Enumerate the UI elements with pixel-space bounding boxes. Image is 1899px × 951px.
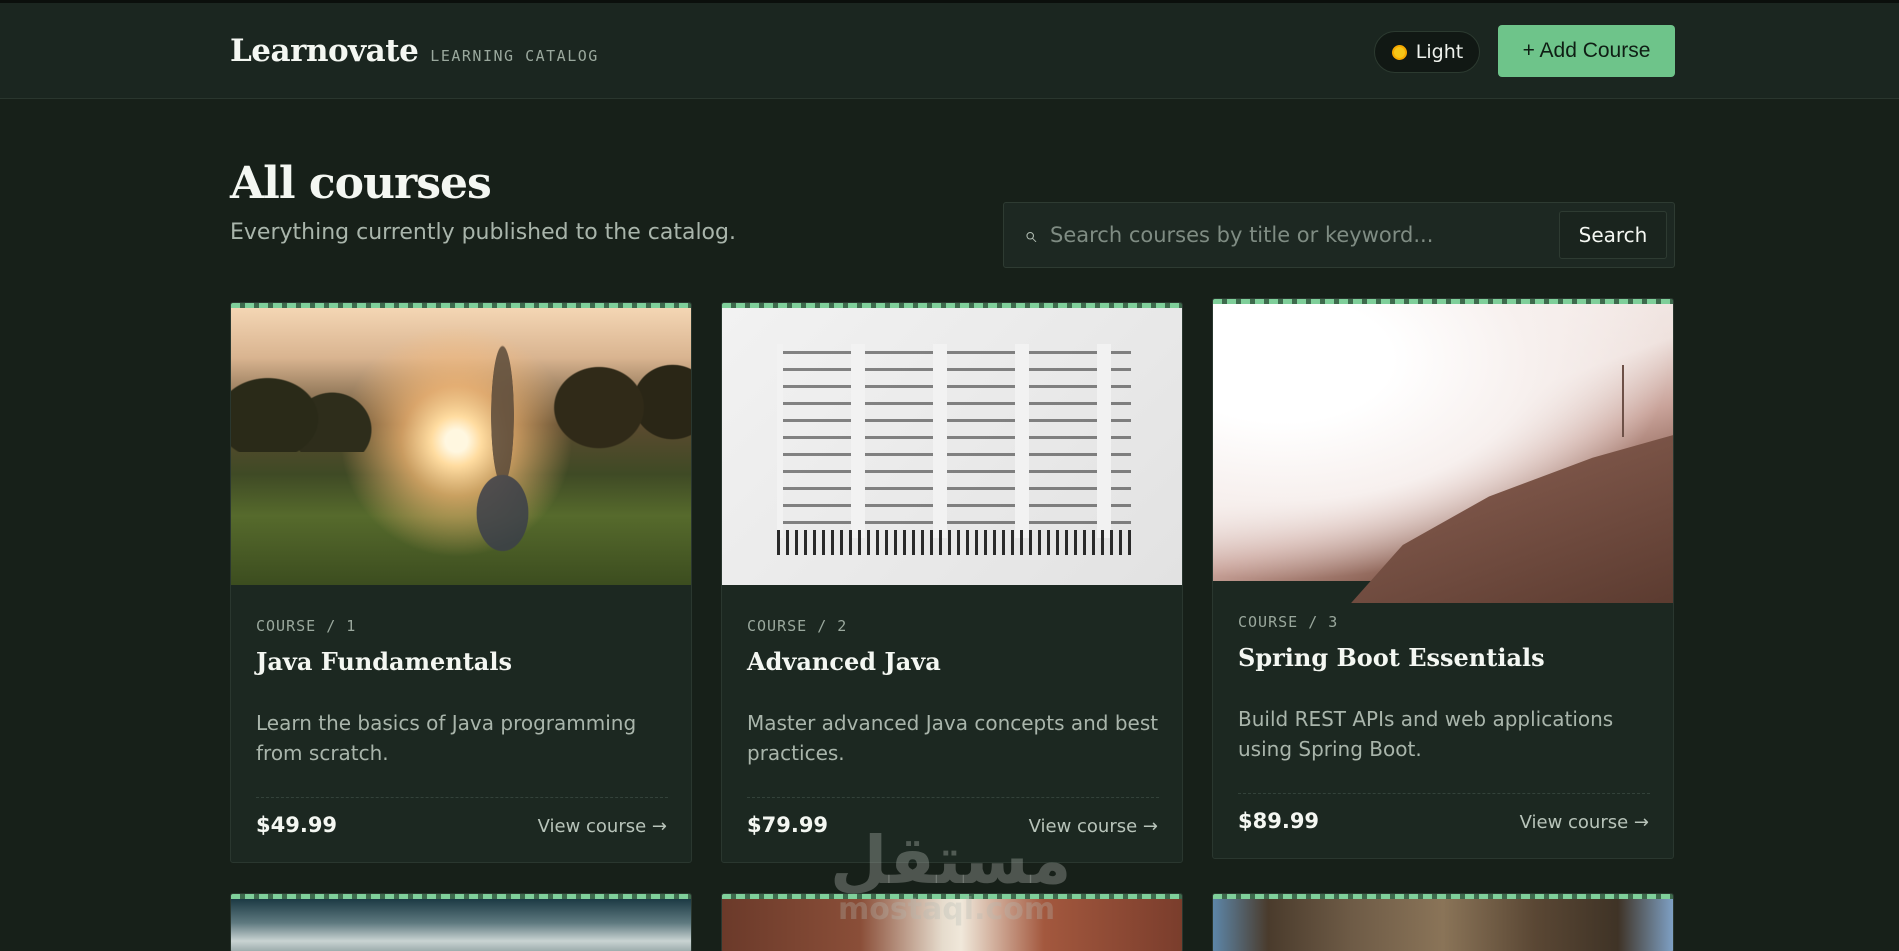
- course-meta: COURSE / 3: [1238, 613, 1339, 631]
- course-image: [1213, 899, 1673, 951]
- course-image: [1213, 304, 1673, 604]
- course-image: [231, 308, 691, 585]
- course-card[interactable]: [1212, 893, 1674, 951]
- theme-toggle-button[interactable]: Light: [1374, 31, 1480, 73]
- course-price: $79.99: [747, 813, 829, 837]
- brand[interactable]: Learnovate LEARNING CATALOG: [230, 33, 599, 69]
- view-course-link[interactable]: View course →: [1520, 812, 1649, 833]
- course-card[interactable]: [230, 893, 692, 951]
- page-subtitle: Everything currently published to the ca…: [230, 220, 736, 245]
- sun-icon: [1391, 44, 1408, 61]
- search-button[interactable]: Search: [1559, 211, 1667, 259]
- course-card[interactable]: COURSE / 2 Advanced Java Master advanced…: [721, 302, 1183, 863]
- watermark-logo: مستقل: [830, 822, 1072, 899]
- page-title: All courses: [230, 158, 492, 209]
- brand-name: Learnovate: [230, 33, 419, 69]
- view-course-link[interactable]: View course →: [538, 816, 667, 837]
- theme-toggle-label: Light: [1415, 41, 1464, 63]
- add-course-button[interactable]: + Add Course: [1498, 25, 1675, 77]
- course-title[interactable]: Java Fundamentals: [256, 647, 512, 676]
- course-price: $89.99: [1238, 809, 1320, 833]
- course-description: Master advanced Java concepts and best p…: [747, 711, 1159, 765]
- card-divider: [1238, 793, 1650, 794]
- course-card[interactable]: COURSE / 3 Spring Boot Essentials Build …: [1212, 298, 1674, 859]
- card-divider: [747, 797, 1159, 798]
- course-image: [722, 308, 1182, 585]
- course-title[interactable]: Advanced Java: [747, 647, 941, 676]
- course-description: Build REST APIs and web applications usi…: [1238, 707, 1614, 761]
- course-image: [231, 899, 691, 951]
- search-input[interactable]: [1050, 213, 1550, 257]
- course-description: Learn the basics of Java programming fro…: [256, 711, 637, 765]
- card-divider: [256, 797, 668, 798]
- course-meta: COURSE / 2: [747, 617, 848, 635]
- search-icon: ⌕: [1024, 223, 1037, 248]
- search-bar: ⌕ Search: [1003, 202, 1675, 268]
- course-title[interactable]: Spring Boot Essentials: [1238, 643, 1545, 672]
- course-card[interactable]: COURSE / 1 Java Fundamentals Learn the b…: [230, 302, 692, 863]
- course-meta: COURSE / 1: [256, 617, 357, 635]
- watermark-url: mostaql.com: [838, 892, 1056, 927]
- site-header: Learnovate LEARNING CATALOG Light + Add …: [0, 3, 1899, 99]
- course-price: $49.99: [256, 813, 338, 837]
- brand-tagline: LEARNING CATALOG: [430, 47, 599, 65]
